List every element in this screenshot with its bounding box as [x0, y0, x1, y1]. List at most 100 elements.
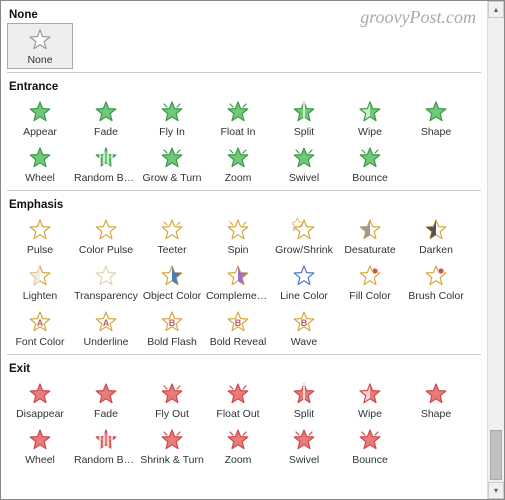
star-icon — [225, 217, 251, 243]
effect-item[interactable]: Bounce — [337, 423, 403, 469]
effect-item[interactable]: Line Color — [271, 259, 337, 305]
effect-item[interactable]: Fade — [73, 95, 139, 141]
effect-item[interactable]: Wheel — [7, 423, 73, 469]
star-icon — [93, 263, 119, 289]
effect-label: Object Color — [143, 290, 201, 302]
effect-item[interactable]: Transparency — [73, 259, 139, 305]
star-icon — [291, 145, 317, 171]
effect-item[interactable]: Bounce — [337, 141, 403, 187]
effect-item[interactable]: Fly Out — [139, 377, 205, 423]
effect-grid: Appear Fade Fly In Float In — [7, 95, 481, 187]
effect-item[interactable]: Zoom — [205, 141, 271, 187]
effect-item[interactable]: Split — [271, 95, 337, 141]
scroll-track[interactable] — [488, 18, 504, 482]
star-icon: B — [291, 309, 317, 335]
star-icon — [423, 263, 449, 289]
effect-label: Float Out — [216, 408, 259, 420]
star-icon — [225, 145, 251, 171]
effect-item[interactable]: Fly In — [139, 95, 205, 141]
effect-label: Shape — [421, 126, 451, 138]
star-icon — [27, 427, 53, 453]
effect-item[interactable]: Wipe — [337, 377, 403, 423]
effect-item[interactable]: Spin — [205, 213, 271, 259]
effect-item[interactable]: Color Pulse — [73, 213, 139, 259]
star-icon — [291, 263, 317, 289]
effect-item[interactable]: Wipe — [337, 95, 403, 141]
effect-item[interactable]: A Underline — [73, 305, 139, 351]
star-icon — [357, 427, 383, 453]
effect-item[interactable]: Random Bars — [73, 141, 139, 187]
star-icon — [93, 427, 119, 453]
effect-label: Split — [294, 126, 314, 138]
animation-gallery: None NoneEntrance Appear Fade — [1, 1, 487, 499]
effect-item[interactable]: A Font Color — [7, 305, 73, 351]
star-icon — [291, 381, 317, 407]
effect-label: Wheel — [25, 454, 55, 466]
star-icon — [291, 217, 317, 243]
effect-item[interactable]: Fill Color — [337, 259, 403, 305]
effect-item[interactable]: Teeter — [139, 213, 205, 259]
star-icon — [225, 381, 251, 407]
effect-label: Wipe — [358, 408, 382, 420]
effect-label: Float In — [220, 126, 255, 138]
effect-label: Split — [294, 408, 314, 420]
effect-item[interactable]: Object Color — [139, 259, 205, 305]
effect-item[interactable]: Pulse — [7, 213, 73, 259]
effect-item[interactable]: Shape — [403, 95, 469, 141]
effect-item[interactable]: Brush Color — [403, 259, 469, 305]
effect-item[interactable]: B Wave — [271, 305, 337, 351]
star-icon: B — [225, 309, 251, 335]
effect-item[interactable]: Split — [271, 377, 337, 423]
vertical-scrollbar[interactable]: ▴ ▾ — [487, 1, 504, 499]
effect-item[interactable]: Swivel — [271, 423, 337, 469]
scroll-thumb[interactable] — [490, 430, 502, 480]
effect-item[interactable]: Lighten — [7, 259, 73, 305]
effect-item[interactable]: Shrink & Turn — [139, 423, 205, 469]
effect-label: Shrink & Turn — [140, 454, 204, 466]
section-title: Exit — [7, 359, 481, 377]
effect-label: Fly Out — [155, 408, 189, 420]
effect-label: Fill Color — [349, 290, 390, 302]
effect-label: Fade — [94, 126, 118, 138]
scroll-up-button[interactable]: ▴ — [488, 1, 504, 18]
effect-item[interactable]: Disappear — [7, 377, 73, 423]
effect-item[interactable]: Random Bars — [73, 423, 139, 469]
star-icon — [423, 99, 449, 125]
effect-item[interactable]: Grow/Shrink — [271, 213, 337, 259]
section-divider — [7, 72, 481, 73]
effect-item[interactable]: Complemen... — [205, 259, 271, 305]
effect-item[interactable]: Appear — [7, 95, 73, 141]
effect-label: Bounce — [352, 454, 388, 466]
section-divider — [7, 190, 481, 191]
effect-item[interactable]: Zoom — [205, 423, 271, 469]
effect-label: Font Color — [15, 336, 64, 348]
star-icon — [159, 145, 185, 171]
effect-item[interactable]: B Bold Flash — [139, 305, 205, 351]
effect-label: Bold Flash — [147, 336, 197, 348]
effect-item[interactable]: Fade — [73, 377, 139, 423]
effect-item[interactable]: Wheel — [7, 141, 73, 187]
effect-item[interactable]: Swivel — [271, 141, 337, 187]
section-title: Entrance — [7, 77, 481, 95]
effect-item[interactable]: None — [7, 23, 73, 69]
effect-item[interactable]: Grow & Turn — [139, 141, 205, 187]
effect-label: Desaturate — [344, 244, 395, 256]
star-icon — [93, 217, 119, 243]
effect-item[interactable]: Shape — [403, 377, 469, 423]
effect-label: Shape — [421, 408, 451, 420]
section-title: Emphasis — [7, 195, 481, 213]
effect-item[interactable]: Darken — [403, 213, 469, 259]
effect-label: Grow & Turn — [143, 172, 202, 184]
effect-item[interactable]: B Bold Reveal — [205, 305, 271, 351]
effect-grid: Pulse Color Pulse Teeter Spin — [7, 213, 481, 351]
effect-item[interactable]: Float In — [205, 95, 271, 141]
effect-label: Appear — [23, 126, 57, 138]
scroll-down-button[interactable]: ▾ — [488, 482, 504, 499]
effect-item[interactable]: Desaturate — [337, 213, 403, 259]
star-icon — [159, 217, 185, 243]
effect-label: Zoom — [225, 454, 252, 466]
star-icon — [27, 27, 53, 53]
effect-label: Underline — [84, 336, 129, 348]
effect-item[interactable]: Float Out — [205, 377, 271, 423]
star-icon — [225, 263, 251, 289]
